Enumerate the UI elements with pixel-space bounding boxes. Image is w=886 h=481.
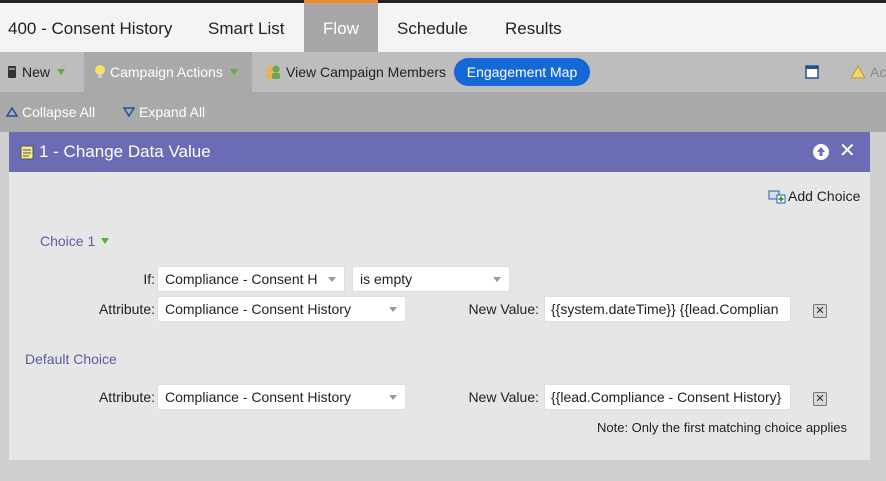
choice-attribute-select[interactable]: Compliance - Consent History	[157, 296, 406, 322]
note-text: Note: Only the first matching choice app…	[597, 420, 848, 435]
if-label: If:	[143, 271, 155, 287]
add-choice-icon	[768, 190, 786, 204]
flow-step-header: 1 - Change Data Value ✕	[9, 132, 870, 172]
top-tab-bar: 400 - Consent History Smart List Flow Sc…	[0, 0, 886, 52]
window-icon[interactable]	[805, 52, 819, 92]
chevron-down-icon	[328, 277, 336, 282]
collapse-all-button[interactable]: Collapse All	[6, 92, 95, 132]
default-new-value-input[interactable]: {{lead.Compliance - Consent History}	[544, 384, 791, 410]
tab-flow[interactable]: Flow	[304, 0, 378, 52]
flow-step-title: 1 - Change Data Value	[39, 142, 211, 161]
default-attribute-value: Compliance - Consent History	[165, 389, 351, 405]
campaign-actions-button[interactable]: Campaign Actions	[84, 52, 252, 92]
choice-attribute-value: Compliance - Consent History	[165, 301, 351, 317]
view-members-label: View Campaign Members	[286, 64, 447, 80]
activity-button[interactable]: Act	[850, 52, 886, 92]
delete-choice-icon[interactable]: ✕	[813, 304, 827, 318]
default-new-value-label: New Value:	[468, 389, 539, 405]
new-button[interactable]: New	[6, 52, 66, 92]
tab-smart-list[interactable]: Smart List	[208, 3, 285, 52]
choice-new-value-input[interactable]: {{system.dateTime}} {{lead.Complian	[544, 296, 791, 322]
chevron-down-icon	[493, 277, 501, 282]
dropdown-arrow-icon	[229, 69, 238, 75]
add-choice-button[interactable]: Add Choice	[768, 188, 860, 204]
new-label: New	[22, 64, 51, 80]
choice-1-toggle[interactable]: Choice 1	[40, 233, 110, 249]
lightbulb-icon	[95, 65, 105, 78]
flow-step-panel: 1 - Change Data Value ✕ Add Choice Choic…	[9, 132, 870, 460]
chevron-down-icon	[389, 307, 397, 312]
campaign-title: 400 - Consent History	[8, 19, 173, 38]
choice-1-label: Choice 1	[40, 233, 96, 249]
toolbar: New Campaign Actions View Campaign Membe…	[0, 52, 886, 92]
people-icon	[266, 65, 280, 79]
engagement-map-button[interactable]: Engagement Map	[454, 58, 590, 86]
chevron-down-icon	[101, 238, 110, 244]
expand-all-button[interactable]: Expand All	[123, 92, 205, 132]
if-operator-select[interactable]: is empty	[352, 266, 510, 292]
attribute-label: Attribute:	[98, 301, 155, 317]
if-field-value: Compliance - Consent H	[165, 271, 318, 287]
new-value-label: New Value:	[468, 301, 539, 317]
dropdown-arrow-icon	[57, 69, 66, 75]
collapse-all-label: Collapse All	[22, 104, 96, 120]
delete-default-icon[interactable]: ✕	[813, 392, 827, 406]
campaign-actions-label: Campaign Actions	[110, 64, 223, 80]
triangle-up-icon	[6, 107, 18, 117]
default-attribute-select[interactable]: Compliance - Consent History	[157, 384, 406, 410]
collapse-bar: Collapse All Expand All	[0, 92, 886, 132]
expand-all-label: Expand All	[139, 104, 206, 120]
tab-schedule[interactable]: Schedule	[397, 3, 468, 52]
activity-label: Act	[870, 64, 886, 80]
default-attribute-label: Attribute:	[98, 389, 155, 405]
notepad-icon	[20, 145, 34, 160]
triangle-down-icon	[123, 107, 135, 117]
close-icon[interactable]: ✕	[839, 141, 856, 161]
warning-icon	[850, 65, 866, 79]
default-choice-label: Default Choice	[25, 351, 117, 367]
add-choice-label: Add Choice	[788, 188, 861, 204]
move-up-icon[interactable]	[813, 144, 829, 160]
if-field-select[interactable]: Compliance - Consent H	[157, 266, 345, 292]
view-campaign-members-button[interactable]: View Campaign Members	[264, 52, 446, 92]
tab-results[interactable]: Results	[505, 3, 562, 52]
new-icon	[8, 66, 16, 78]
if-operator-value: is empty	[360, 271, 413, 287]
chevron-down-icon	[389, 395, 397, 400]
